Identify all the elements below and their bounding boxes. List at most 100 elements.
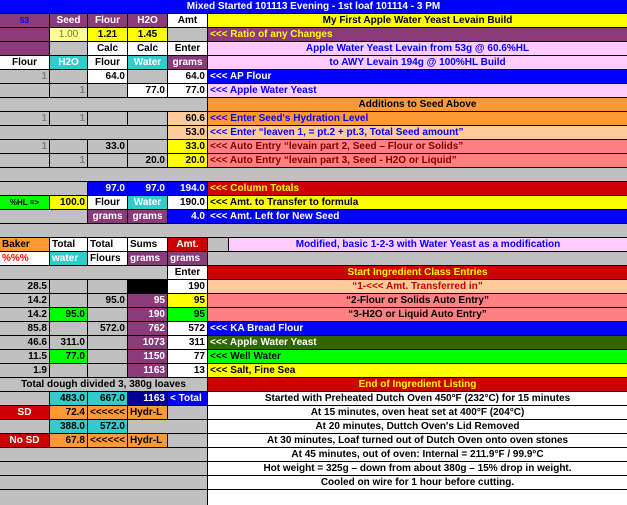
cell[interactable] (128, 420, 207, 433)
hyd-label[interactable]: <<< Enter Seed's Hydration Level (208, 112, 627, 125)
amt-cell[interactable]: 572 (168, 322, 207, 335)
cell[interactable] (0, 392, 49, 405)
cell[interactable] (208, 238, 228, 251)
header-grams[interactable]: grams (128, 252, 167, 265)
ap-amt[interactable]: 64.0 (168, 70, 207, 83)
unit-h2o[interactable]: H2O (50, 56, 87, 69)
cell[interactable] (168, 406, 207, 419)
bake-note-5[interactable]: At 45 minutes, out of oven: Internal = 2… (208, 448, 627, 461)
hl-value[interactable]: 100.0 (50, 196, 87, 209)
bake-note-3[interactable]: At 20 minutes, Duttch Oven's Lid Removed (208, 420, 627, 433)
ratio-h2o[interactable]: 1.45 (128, 28, 167, 41)
cell[interactable] (0, 126, 167, 139)
left-grams2[interactable]: grams (128, 210, 167, 223)
ingredient-label[interactable]: “3-H2O or Liquid Auto Entry” (208, 308, 627, 321)
amt-cell[interactable]: 13 (168, 364, 207, 377)
pct-cell[interactable]: 28.5 (0, 280, 49, 293)
water-cell[interactable] (50, 294, 87, 307)
amt-cell[interactable]: 77 (168, 350, 207, 363)
header-sums[interactable]: Sums (128, 238, 167, 251)
class-entries-header[interactable]: Start Ingredient Class Entries (208, 266, 627, 279)
nosd-water[interactable]: 67.8 (50, 434, 87, 447)
nosd-label[interactable]: No SD (0, 434, 49, 447)
bake-note-1[interactable]: Started with Preheated Dutch Oven 450°F … (208, 392, 627, 405)
header-amt2[interactable]: Amt. (168, 238, 207, 251)
build-title[interactable]: My First Apple Water Yeast Levain Build (208, 14, 627, 27)
unit-water[interactable]: Water (128, 56, 167, 69)
header-flours[interactable]: Flours (88, 252, 127, 265)
header-water[interactable]: water (50, 252, 87, 265)
ingredient-label[interactable]: <<< Salt, Fine Sea (208, 364, 627, 377)
amt-cell[interactable]: 95 (168, 294, 207, 307)
nosd-arrows[interactable]: <<<<<< (88, 434, 127, 447)
hyd-amt[interactable]: 60.6 (168, 112, 207, 125)
bake-note-6[interactable]: Hot weight = 325g – down from about 380g… (208, 462, 627, 475)
cell[interactable] (128, 70, 167, 83)
hyd-seed[interactable]: 1 (0, 112, 49, 125)
header-amt[interactable]: Amt (168, 14, 207, 27)
levain-desc[interactable]: Apple Water Yeast Levain from 53g @ 60.6… (208, 42, 627, 55)
auto1-amt[interactable]: 33.0 (168, 140, 207, 153)
ingredient-label[interactable]: “2-Flour or Solids Auto Entry” (208, 294, 627, 307)
cell[interactable] (0, 266, 167, 279)
sums-cell[interactable]: 762 (128, 322, 167, 335)
header-h2o[interactable]: H2O (128, 14, 167, 27)
pct-cell[interactable]: 11.5 (0, 350, 49, 363)
header-seed[interactable]: Seed (50, 14, 87, 27)
cell[interactable] (0, 154, 49, 167)
flours-cell[interactable]: 95.0 (88, 294, 127, 307)
unit-flour[interactable]: Flour (0, 56, 49, 69)
water-cell[interactable] (50, 322, 87, 335)
cell[interactable] (128, 140, 167, 153)
pct-cell[interactable]: 14.2 (0, 294, 49, 307)
water-cell[interactable]: 95.0 (50, 308, 87, 321)
calc-h2o[interactable]: Calc (128, 42, 167, 55)
enter-label[interactable]: <<< Enter “leaven 1, = pt.2 + pt.3, Tota… (208, 126, 627, 139)
cell[interactable] (128, 112, 167, 125)
cell[interactable] (0, 98, 207, 111)
header-flour[interactable]: Flour (88, 14, 127, 27)
ratio-seed[interactable]: 1.00 (50, 28, 87, 41)
unit-flour2[interactable]: Flour (88, 56, 127, 69)
ingredient-label[interactable]: <<< Apple Water Yeast (208, 336, 627, 349)
left-grams1[interactable]: grams (88, 210, 127, 223)
sd-arrows[interactable]: <<<<<< (88, 406, 127, 419)
cell[interactable] (50, 140, 87, 153)
cell[interactable] (0, 420, 49, 433)
header-total[interactable]: Total (50, 238, 87, 251)
flours-cell[interactable]: 572.0 (88, 322, 127, 335)
enter-header[interactable]: Enter (168, 42, 207, 55)
cell[interactable] (0, 476, 207, 489)
modified-desc[interactable]: Modified, basic 1-2-3 with Water Yeast a… (229, 238, 627, 251)
sums-cell[interactable]: 95 (128, 294, 167, 307)
hyd-h2o[interactable]: 1 (50, 112, 87, 125)
flours-cell[interactable] (88, 280, 127, 293)
left-amt[interactable]: 4.0 (168, 210, 207, 223)
flours-cell[interactable] (88, 336, 127, 349)
cell[interactable] (0, 182, 87, 195)
sums-cell[interactable]: 190 (128, 308, 167, 321)
bake-note-7[interactable]: Cooled on wire for 1 hour before cutting… (208, 476, 627, 489)
auto1-calc[interactable]: 33.0 (88, 140, 127, 153)
cell[interactable] (0, 84, 49, 97)
total-flour[interactable]: 97.0 (88, 182, 127, 195)
sd-hydr[interactable]: Hydr-L (128, 406, 167, 419)
cell[interactable] (88, 84, 127, 97)
blank-water[interactable]: 388.0 (50, 420, 87, 433)
amt-cell[interactable]: 95 (168, 308, 207, 321)
pct-cell[interactable]: 46.6 (0, 336, 49, 349)
sums-cell[interactable]: 1163 (128, 364, 167, 377)
sums-cell[interactable]: 1150 (128, 350, 167, 363)
auto2-calc[interactable]: 20.0 (128, 154, 167, 167)
cell[interactable] (208, 252, 627, 265)
sd-water[interactable]: 72.4 (50, 406, 87, 419)
aw-label[interactable]: <<< Apple Water Yeast (208, 84, 627, 97)
cell[interactable] (0, 462, 207, 475)
aw-h2o[interactable]: 1 (50, 84, 87, 97)
hl-water[interactable]: Water (128, 196, 167, 209)
aw-calc[interactable]: 77.0 (128, 84, 167, 97)
cell[interactable] (88, 112, 127, 125)
sd-label[interactable]: SD (0, 406, 49, 419)
flours-cell[interactable] (88, 364, 127, 377)
awy-desc[interactable]: to AWY Levain 194g @ 100%HL Build (208, 56, 627, 69)
